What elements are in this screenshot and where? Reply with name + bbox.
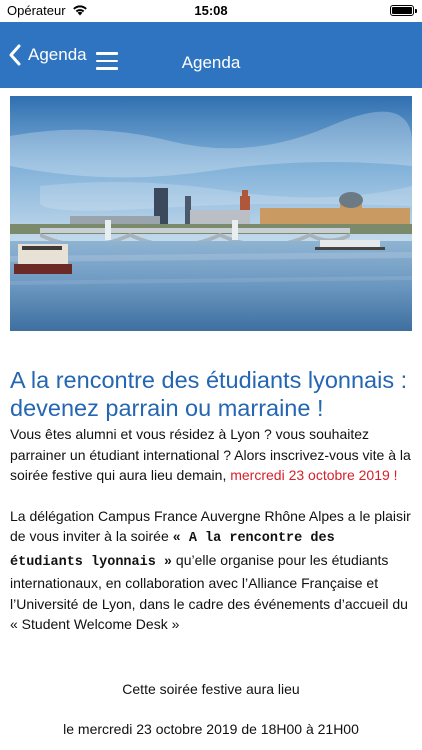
venue-intro: Cette soirée festive aura lieu [122, 680, 300, 697]
hero-image [10, 96, 412, 331]
invitation-paragraph: La délégation Campus France Auvergne Rhô… [10, 506, 412, 635]
clock: 15:08 [194, 3, 228, 18]
page-title: Agenda [181, 53, 241, 72]
article: A la rencontre des étudiants lyonnais : … [10, 366, 412, 740]
nav-bar: Agenda Agenda [0, 22, 422, 88]
status-bar: Opérateur 15:08 [0, 0, 422, 22]
battery-icon [390, 5, 417, 16]
event-date-highlight: mercredi 23 octobre 2019 ! [230, 467, 398, 483]
article-title: A la rencontre des étudiants lyonnais : … [10, 367, 408, 421]
intro-paragraph: Vous êtes alumni et vous résidez à Lyon … [10, 424, 412, 486]
event-schedule: le mercredi 23 octobre 2019 de 18H00 à 2… [63, 721, 359, 737]
lyon-river-photo [10, 96, 412, 331]
